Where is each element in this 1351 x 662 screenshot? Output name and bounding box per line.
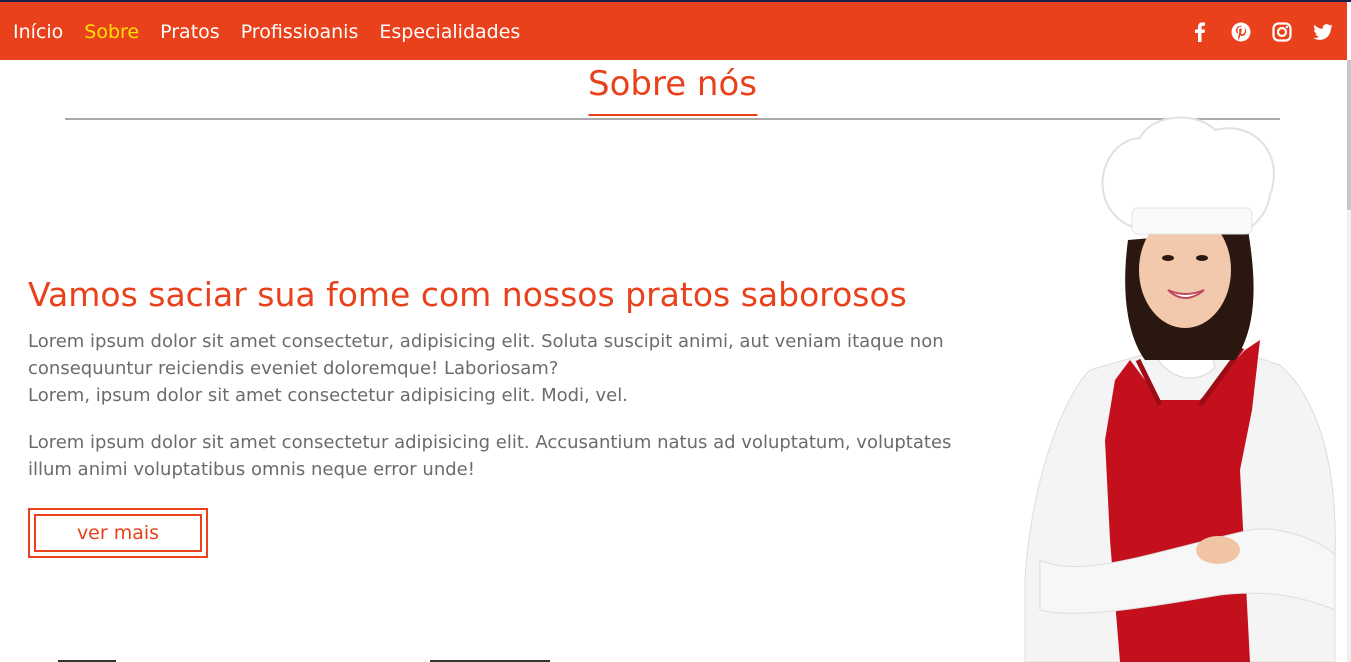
nav-link-sobre[interactable]: Sobre	[84, 20, 139, 44]
pinterest-icon[interactable]	[1231, 22, 1251, 42]
nav-link-inicio[interactable]: Início	[13, 20, 63, 44]
about-paragraph-2: Lorem ipsum dolor sit amet consectetur a…	[28, 432, 952, 480]
section-title: Sobre nós	[588, 64, 757, 116]
about-headline: Vamos saciar sua fome com nossos pratos …	[28, 275, 907, 314]
facebook-icon[interactable]	[1190, 22, 1210, 42]
instagram-icon[interactable]	[1272, 22, 1292, 42]
social-links	[1190, 22, 1333, 42]
about-paragraph-1a: Lorem ipsum dolor sit amet consectetur, …	[28, 331, 944, 379]
nav-link-pratos[interactable]: Pratos	[160, 20, 220, 44]
nav-link-profissionais[interactable]: Profissioanis	[241, 20, 359, 44]
about-paragraph-1: Lorem ipsum dolor sit amet consectetur, …	[28, 328, 988, 409]
navbar: Início Sobre Pratos Profissioanis Especi…	[0, 2, 1347, 60]
scrollbar-thumb[interactable]	[1347, 60, 1351, 210]
nav-link-especialidades[interactable]: Especialidades	[379, 20, 520, 44]
chef-image	[1024, 116, 1336, 662]
twitter-icon[interactable]	[1313, 22, 1333, 42]
about-paragraph-1b: Lorem, ipsum dolor sit amet consectetur …	[28, 385, 628, 406]
ver-mais-button-frame[interactable]: ver mais	[28, 508, 208, 558]
ver-mais-button[interactable]: ver mais	[34, 514, 202, 552]
nav-links: Início Sobre Pratos Profissioanis Especi…	[13, 20, 541, 44]
